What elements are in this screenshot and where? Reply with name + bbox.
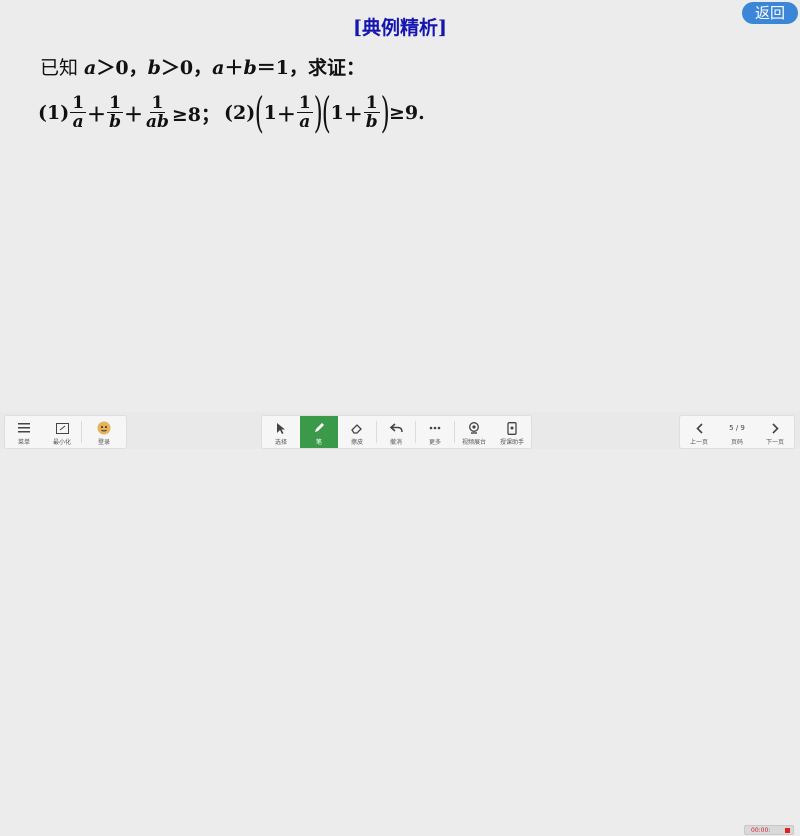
part1-relation: ≥8； xyxy=(171,103,221,126)
menu-icon xyxy=(18,419,30,437)
record-stop-icon xyxy=(785,828,790,833)
one: 1 xyxy=(330,102,344,124)
fraction-1-over-b: 1b xyxy=(363,93,380,132)
plus-sign: ＋ xyxy=(123,103,143,126)
login-button[interactable]: 登录 xyxy=(82,416,126,448)
back-button[interactable]: 返回 xyxy=(742,2,798,24)
left-paren: ( xyxy=(321,88,331,137)
sum-a: a xyxy=(212,57,225,79)
assistant-button[interactable]: 授课助手 xyxy=(493,416,531,448)
left-tool-group: 菜单 最小化 登录 xyxy=(4,415,127,449)
undo-icon xyxy=(389,419,403,437)
page-number-button[interactable]: 5 / 9 页码 xyxy=(718,416,756,448)
chevron-left-icon xyxy=(695,419,703,437)
phone-icon xyxy=(507,419,517,437)
next-page-button[interactable]: 下一页 xyxy=(756,416,794,448)
part2-relation: ≥9. xyxy=(389,102,425,124)
fraction-1-over-b: 1b xyxy=(107,93,123,132)
webcam-icon xyxy=(468,419,480,437)
prev-page-button[interactable]: 上一页 xyxy=(680,416,718,448)
select-tool[interactable]: 选择 xyxy=(262,416,300,448)
pen-tool[interactable]: 笔 xyxy=(300,416,338,448)
var-a: a xyxy=(84,57,97,79)
inequality-parts: (1) 1a ＋ 1b ＋ 1 ab ≥8； (2) ( 1 ＋ 1a ) ( 1… xyxy=(38,90,425,136)
one: 1 xyxy=(263,102,277,124)
var-b: b xyxy=(147,57,161,79)
more-icon xyxy=(429,419,441,437)
plus-sign: ＋ xyxy=(87,103,107,126)
part2-label: (2) xyxy=(224,102,256,124)
fraction-1-over-ab: 1 ab xyxy=(145,93,169,132)
page-nav-group: 上一页 5 / 9 页码 下一页 xyxy=(679,415,795,449)
recording-indicator[interactable]: 00:00: xyxy=(744,825,794,835)
cond-a-rel: ＞0， xyxy=(96,57,148,79)
part1-label: (1) xyxy=(38,102,70,124)
plus-sign: ＋ xyxy=(343,103,363,126)
undo-button[interactable]: 撤消 xyxy=(377,416,415,448)
cond-sum-rel: ＝1，求证： xyxy=(256,57,365,79)
more-button[interactable]: 更多 xyxy=(416,416,454,448)
problem-statement: 已知 a＞0，b＞0，a＋b＝1，求证： xyxy=(40,53,365,80)
menu-button[interactable]: 菜单 xyxy=(5,416,43,448)
cursor-icon xyxy=(276,419,286,437)
chevron-right-icon xyxy=(771,419,779,437)
right-paren: ) xyxy=(380,88,390,137)
minimize-button[interactable]: 最小化 xyxy=(43,416,81,448)
plus-sign: ＋ xyxy=(276,103,296,126)
eraser-icon xyxy=(351,419,363,437)
minimize-icon xyxy=(55,419,69,437)
cond-b-rel: ＞0， xyxy=(160,57,213,79)
eraser-tool[interactable]: 擦皮 xyxy=(338,416,376,448)
camera-button[interactable]: 视频展台 xyxy=(455,416,493,448)
problem-prefix: 已知 xyxy=(40,57,85,79)
fraction-1-over-a: 1a xyxy=(70,93,87,132)
slide-title: [典例精析] xyxy=(353,17,447,39)
plus-sign: ＋ xyxy=(224,57,244,79)
center-tool-group: 选择 笔 擦皮 撤消 更多 视频展台 授课助手 xyxy=(261,415,532,449)
fraction-1-over-a: 1a xyxy=(296,93,313,132)
page-indicator: 5 / 9 xyxy=(729,424,745,432)
avatar-icon xyxy=(97,419,111,437)
left-paren: ( xyxy=(254,88,264,137)
pen-icon xyxy=(313,419,325,437)
sum-b: b xyxy=(243,57,257,79)
bottom-toolbar: 菜单 最小化 登录 选择 笔 擦皮 撤消 更多 视频展台 授课助手 上一页 5 … xyxy=(0,412,800,835)
slide: [典例精析] 返回 已知 a＞0，b＞0，a＋b＝1，求证： (1) 1a ＋ … xyxy=(0,0,800,412)
